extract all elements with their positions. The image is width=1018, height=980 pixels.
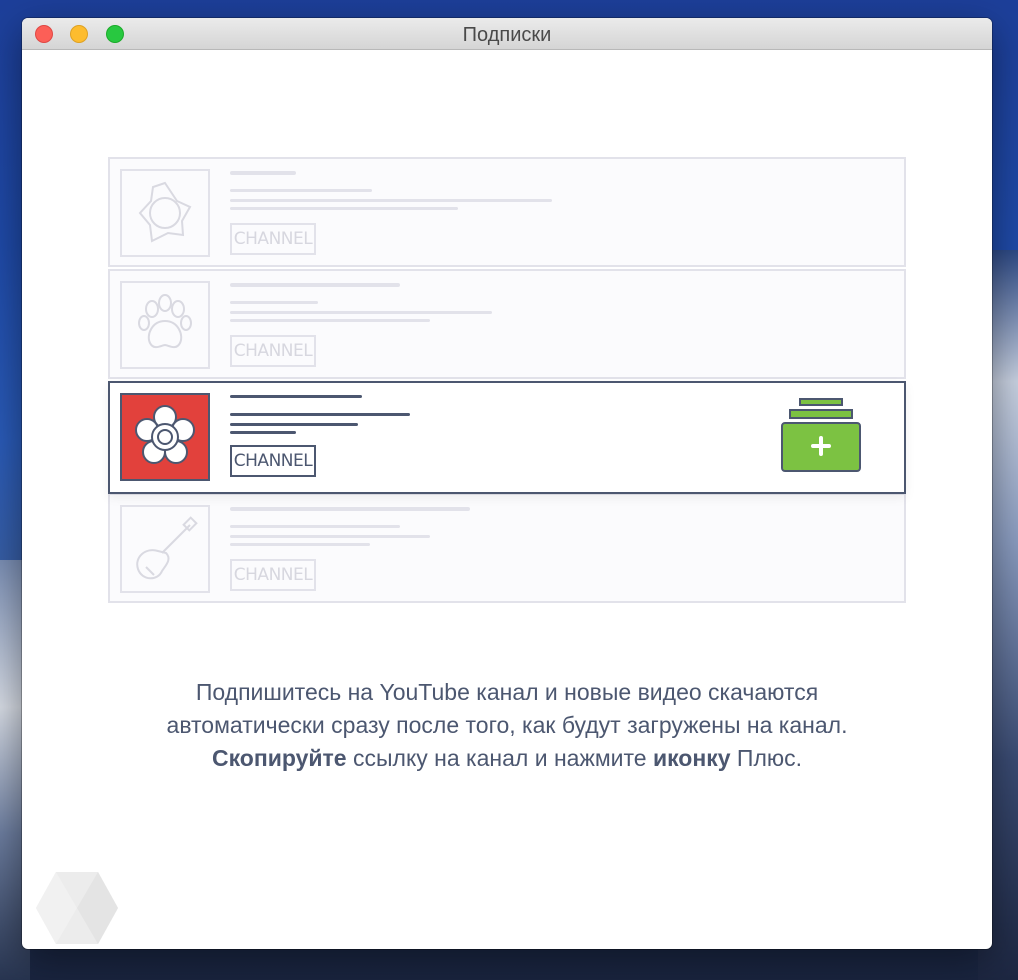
- subscriptions-illustration: CHANNEL CHANNEL CHANNEL CHANNEL: [108, 157, 908, 607]
- add-subscription-icon[interactable]: [780, 397, 864, 477]
- instructions-line-3-end: Плюс.: [730, 745, 803, 771]
- placeholder-line: [230, 543, 370, 546]
- copy-emphasis: Скопируйте: [211, 745, 347, 771]
- channel-thumbnail: [120, 393, 210, 481]
- title-line: [230, 395, 362, 398]
- channel-row-active: CHANNEL: [108, 381, 906, 494]
- paw-icon: [138, 294, 192, 349]
- placeholder-line: [230, 535, 430, 538]
- channel-thumbnail: [120, 169, 210, 257]
- channel-row-placeholder: CHANNEL: [108, 493, 906, 603]
- sun-icon: [138, 181, 192, 243]
- placeholder-line: [230, 525, 400, 528]
- text-line: [230, 431, 296, 434]
- instructions-text: Подпишитесь на YouTube канал и новые вид…: [62, 676, 952, 775]
- instructions-line-1: Подпишитесь на YouTube канал и новые вид…: [195, 679, 819, 705]
- guitar-icon: [136, 516, 198, 580]
- placeholder-line: [230, 507, 470, 511]
- placeholder-line: [230, 199, 552, 202]
- placeholder-line: [230, 319, 430, 322]
- channel-badge: CHANNEL: [230, 335, 316, 367]
- instructions-line-3: Скопируйте ссылку на канал и нажмите ико…: [62, 742, 952, 775]
- cube-logo-icon: [36, 872, 118, 944]
- text-line: [230, 423, 358, 426]
- channel-badge: CHANNEL: [230, 559, 316, 591]
- channel-badge: CHANNEL: [230, 445, 316, 477]
- placeholder-line: [230, 189, 372, 192]
- placeholder-line: [230, 171, 296, 175]
- channel-row-placeholder: CHANNEL: [108, 269, 906, 379]
- placeholder-line: [230, 207, 458, 210]
- placeholder-line: [230, 311, 492, 314]
- instructions-line-3-mid: ссылку на канал и нажмите: [346, 745, 653, 771]
- window-title: Подписки: [462, 24, 552, 46]
- flower-icon: [135, 405, 195, 464]
- channel-row-placeholder: CHANNEL: [108, 157, 906, 267]
- text-line: [230, 413, 410, 416]
- placeholder-line: [230, 301, 318, 304]
- channel-badge: CHANNEL: [230, 223, 316, 255]
- channel-thumbnail: [120, 281, 210, 369]
- icon-emphasis: иконку: [652, 745, 731, 771]
- instructions-line-2: автоматически сразу после того, как буду…: [166, 712, 848, 738]
- placeholder-line: [230, 283, 400, 287]
- subscriptions-window: Подписки CHANNEL CHANNEL CHANNEL CHANNEL…: [22, 18, 992, 949]
- channel-thumbnail: [120, 505, 210, 593]
- title-bar[interactable]: Подписки: [22, 18, 992, 50]
